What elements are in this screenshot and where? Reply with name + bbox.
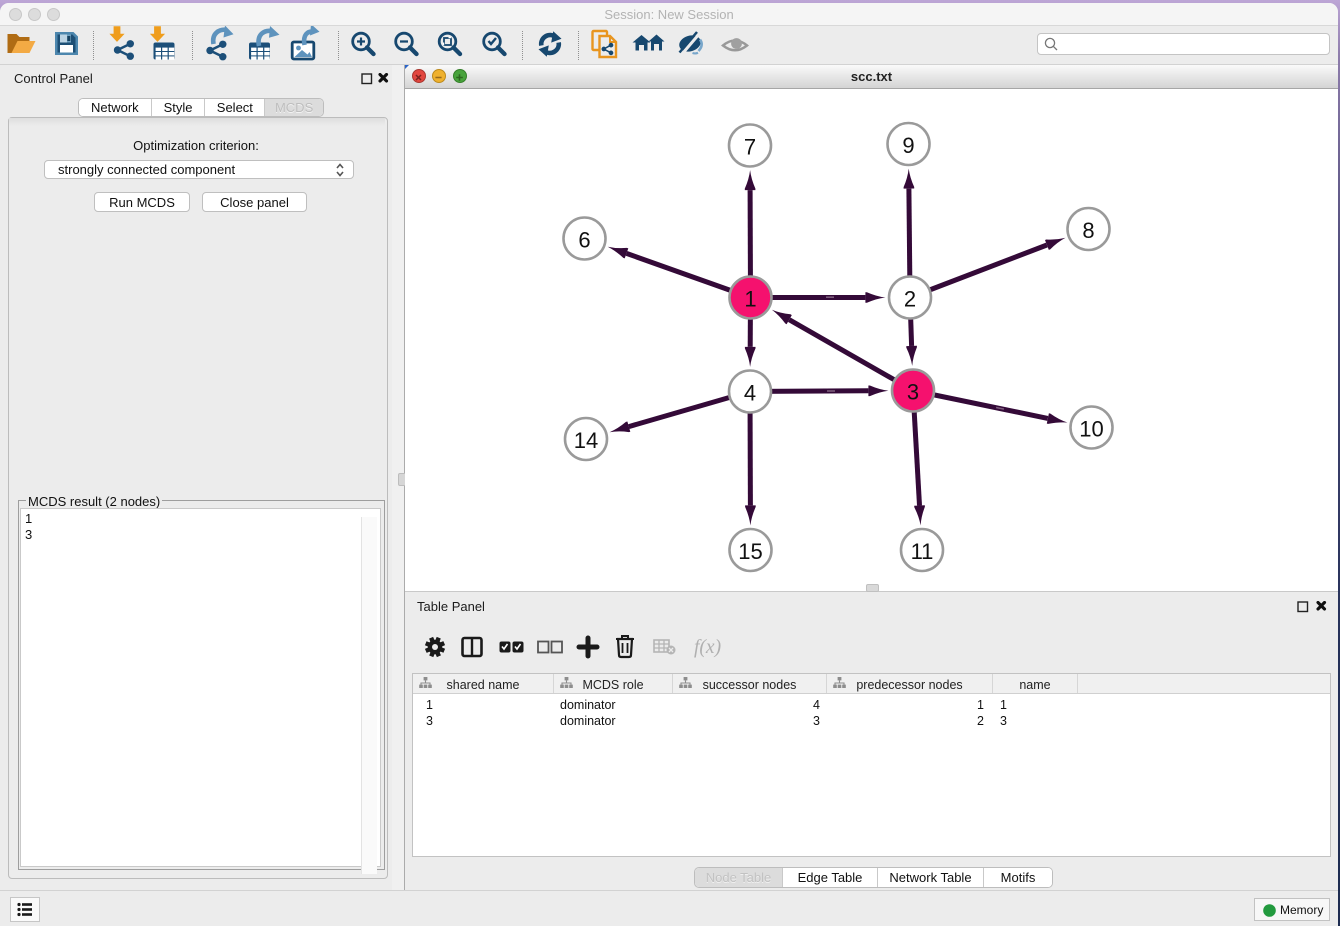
svg-text:f(x): f(x) bbox=[694, 637, 721, 658]
svg-text:6: 6 bbox=[578, 228, 590, 253]
svg-text:1: 1 bbox=[744, 287, 756, 312]
svg-text:2: 2 bbox=[904, 287, 916, 312]
svg-text:4: 4 bbox=[744, 381, 756, 406]
svg-text:3: 3 bbox=[907, 380, 919, 405]
svg-text:7: 7 bbox=[744, 135, 756, 160]
svg-text:8: 8 bbox=[1082, 218, 1094, 243]
svg-text:11: 11 bbox=[911, 539, 934, 564]
svg-text:14: 14 bbox=[574, 428, 598, 453]
svg-text:10: 10 bbox=[1079, 417, 1103, 442]
svg-text:9: 9 bbox=[902, 133, 914, 158]
svg-text:15: 15 bbox=[738, 539, 762, 564]
